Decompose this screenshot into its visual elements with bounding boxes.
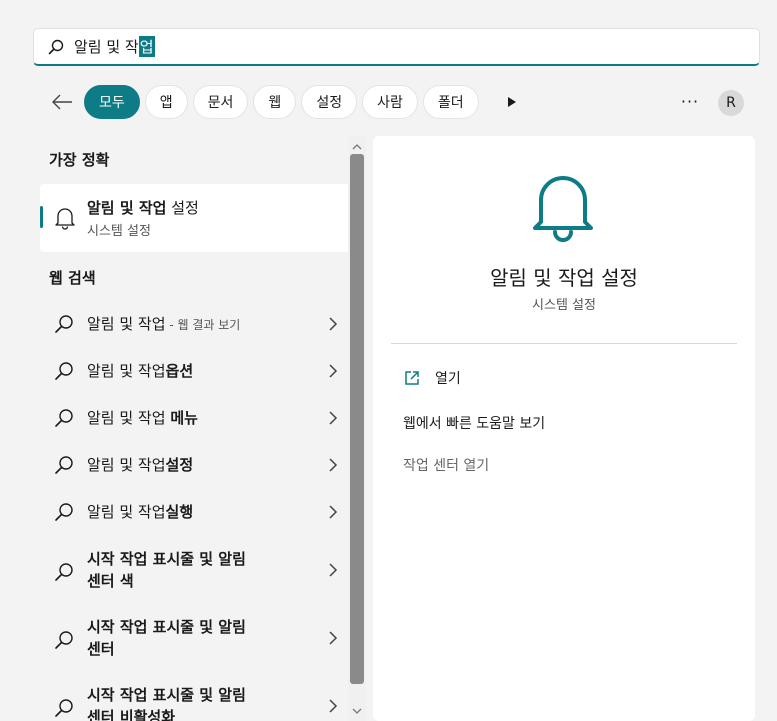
search-icon bbox=[55, 699, 73, 717]
search-icon bbox=[55, 503, 73, 521]
results-scrollbar[interactable] bbox=[348, 136, 366, 721]
filter-chip-web[interactable]: 웹 bbox=[253, 85, 297, 119]
search-icon bbox=[55, 362, 73, 380]
scroll-up-icon[interactable] bbox=[352, 142, 362, 152]
search-icon bbox=[55, 563, 73, 581]
web-help-action[interactable]: 웹에서 빠른 도움말 보기 bbox=[403, 413, 545, 433]
web-result-label: 알림 및 작업설정 bbox=[87, 456, 194, 474]
filter-chip-all[interactable]: 모두 bbox=[84, 85, 140, 119]
scrollbar-thumb[interactable] bbox=[350, 154, 364, 684]
chevron-right-icon bbox=[329, 411, 338, 425]
more-options-button[interactable]: ··· bbox=[676, 86, 704, 116]
best-match-item[interactable]: 알림 및 작업 설정 시스템 설정 bbox=[40, 184, 350, 252]
filter-chip-documents[interactable]: 문서 bbox=[192, 85, 249, 119]
web-result-item[interactable]: 시작 작업 표시줄 및 알림 센터 bbox=[40, 612, 350, 668]
action-center-action[interactable]: 작업 센터 열기 bbox=[403, 455, 489, 475]
web-result-item[interactable]: 알림 및 작업 - 웹 결과 보기 bbox=[40, 308, 350, 340]
search-icon bbox=[48, 38, 66, 56]
search-query-text: 알림 및 작 bbox=[74, 38, 139, 56]
web-result-item[interactable]: 시작 작업 표시줄 및 알림 센터 비활성화 bbox=[40, 680, 350, 721]
web-result-label: 알림 및 작업옵션 bbox=[87, 362, 194, 380]
chevron-right-icon bbox=[329, 563, 338, 577]
play-icon bbox=[507, 97, 516, 107]
best-match-title: 알림 및 작업 설정 bbox=[87, 199, 199, 217]
chevron-right-icon bbox=[329, 364, 338, 378]
more-filters-button[interactable] bbox=[498, 87, 526, 117]
web-result-item[interactable]: 알림 및 작업설정 bbox=[40, 449, 350, 481]
web-result-label: 알림 및 작업 - 웹 결과 보기 bbox=[87, 315, 241, 333]
web-result-label: 시작 작업 표시줄 및 알림 센터 색 bbox=[87, 550, 246, 590]
chevron-right-icon bbox=[329, 458, 338, 472]
filter-bar: 모두 앱 문서 웹 설정 사람 폴더 ··· R bbox=[46, 84, 756, 120]
selection-indicator bbox=[40, 206, 43, 228]
filter-chip-people[interactable]: 사람 bbox=[362, 85, 418, 119]
back-button[interactable] bbox=[46, 86, 78, 118]
bell-icon bbox=[533, 176, 593, 242]
detail-subtitle: 시스템 설정 bbox=[532, 298, 596, 313]
search-input[interactable]: 알림 및 작업 bbox=[33, 28, 760, 66]
web-result-label: 시작 작업 표시줄 및 알림 센터 bbox=[87, 618, 246, 658]
filter-chip-settings[interactable]: 설정 bbox=[301, 85, 358, 119]
filter-chip-folders[interactable]: 폴더 bbox=[422, 85, 479, 119]
search-icon bbox=[55, 315, 73, 333]
chevron-right-icon bbox=[329, 317, 338, 331]
best-match-heading: 가장 정확 bbox=[49, 151, 110, 169]
detail-pane: 알림 및 작업 설정 시스템 설정 열기 웹에서 빠른 도움말 보기 작업 센터… bbox=[373, 136, 755, 721]
web-result-item[interactable]: 시작 작업 표시줄 및 알림 센터 색 bbox=[40, 544, 350, 600]
avatar[interactable]: R bbox=[718, 90, 744, 116]
filter-chip-apps[interactable]: 앱 bbox=[144, 85, 188, 119]
web-result-label: 알림 및 작업 메뉴 bbox=[87, 409, 198, 427]
search-icon bbox=[55, 409, 73, 427]
results-list: 가장 정확 알림 및 작업 설정 시스템 설정 웹 검색 알림 및 작업 - 웹… bbox=[40, 136, 350, 721]
search-window: 알림 및 작업 모두 앱 문서 웹 설정 사람 폴더 ··· R 가장 정확 알… bbox=[0, 0, 777, 721]
chevron-right-icon bbox=[329, 505, 338, 519]
arrow-left-icon bbox=[52, 94, 72, 110]
detail-title: 알림 및 작업 설정 bbox=[490, 266, 638, 290]
web-result-item[interactable]: 알림 및 작업 메뉴 bbox=[40, 402, 350, 434]
divider bbox=[391, 343, 737, 344]
web-result-label: 시작 작업 표시줄 및 알림 센터 비활성화 bbox=[87, 686, 246, 721]
chevron-right-icon bbox=[329, 631, 338, 645]
web-result-label: 알림 및 작업실행 bbox=[87, 503, 194, 521]
best-match-subtitle: 시스템 설정 bbox=[87, 224, 151, 239]
search-query-selection: 업 bbox=[138, 36, 155, 57]
search-icon bbox=[55, 631, 73, 649]
web-result-item[interactable]: 알림 및 작업실행 bbox=[40, 496, 350, 528]
search-icon bbox=[55, 456, 73, 474]
open-action[interactable]: 열기 bbox=[403, 368, 461, 388]
web-search-heading: 웹 검색 bbox=[49, 269, 96, 287]
web-result-item[interactable]: 알림 및 작업옵션 bbox=[40, 355, 350, 387]
open-action-label: 열기 bbox=[435, 371, 461, 387]
chevron-right-icon bbox=[329, 699, 338, 713]
external-link-icon bbox=[405, 371, 419, 385]
search-query: 알림 및 작업 bbox=[74, 36, 155, 57]
scroll-down-icon[interactable] bbox=[352, 706, 362, 716]
bell-icon bbox=[55, 208, 75, 230]
